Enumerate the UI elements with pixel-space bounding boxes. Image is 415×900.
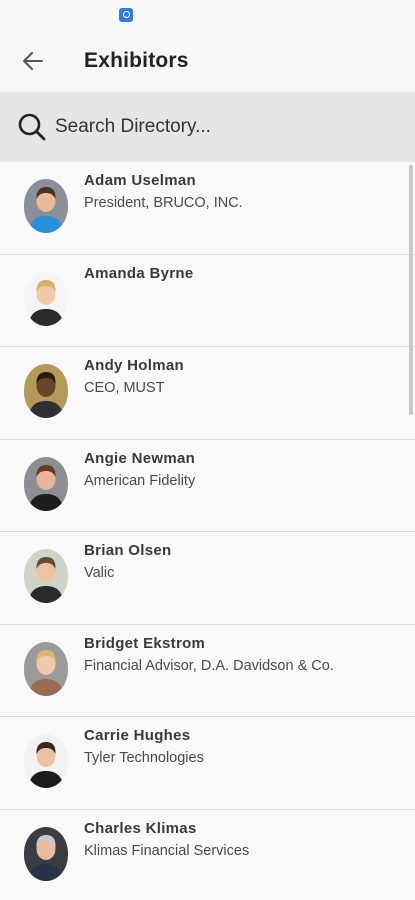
avatar — [24, 179, 68, 233]
exhibitor-subtitle: President, BRUCO, INC. — [84, 195, 243, 211]
avatar — [24, 549, 68, 603]
list-item[interactable]: Carrie Hughes Tyler Technologies — [0, 717, 415, 810]
avatar — [24, 734, 68, 788]
list-item[interactable]: Adam Uselman President, BRUCO, INC. — [0, 162, 415, 255]
back-button[interactable] — [14, 43, 52, 79]
list-item[interactable]: Brian Olsen Valic — [0, 532, 415, 625]
page-title: Exhibitors — [84, 49, 189, 72]
list-item[interactable]: Charles Klimas Klimas Financial Services — [0, 810, 415, 900]
avatar — [24, 271, 68, 326]
exhibitor-name: Amanda Byrne — [84, 264, 194, 282]
exhibitor-name: Andy Holman — [84, 357, 184, 374]
avatar — [24, 826, 68, 881]
list-item[interactable]: Andy Holman CEO, MUST — [0, 347, 415, 440]
exhibitor-name: Adam Uselman — [84, 172, 196, 189]
exhibitor-subtitle: Valic — [84, 565, 115, 581]
exhibitor-name: Brian Olsen — [84, 542, 172, 559]
scrollbar[interactable] — [409, 165, 413, 415]
avatar — [24, 456, 68, 511]
exhibitor-list: Adam Uselman President, BRUCO, INC. Amanda… — [0, 162, 415, 900]
exhibitor-name: Carrie Hughes — [84, 727, 191, 744]
exhibitor-subtitle: Klimas Financial Services — [84, 842, 250, 859]
exhibitor-name: Angie Newman — [84, 449, 196, 467]
exhibitor-subtitle: Tyler Technologies — [84, 750, 204, 766]
search-icon — [18, 113, 46, 141]
exhibitor-subtitle: CEO, MUST — [84, 380, 165, 396]
status-bar — [0, 0, 415, 30]
exhibitor-name: Charles Klimas — [84, 819, 197, 837]
list-item[interactable]: Bridget Ekstrom Financial Advisor, D.A. D… — [0, 625, 415, 717]
list-item[interactable]: Angie Newman American Fidelity — [0, 440, 415, 532]
list-item[interactable]: Amanda Byrne — [0, 255, 415, 347]
app-bar: Exhibitors — [0, 30, 415, 92]
arrow-left-icon — [23, 52, 43, 70]
exhibitor-subtitle: American Fidelity — [84, 472, 196, 489]
exhibitor-name: Bridget Ekstrom — [84, 634, 206, 652]
search-input[interactable] — [55, 110, 395, 144]
avatar — [24, 364, 68, 418]
search-bar — [0, 92, 415, 162]
exhibitor-subtitle: Financial Advisor, D.A. Davidson & Co. — [84, 657, 334, 674]
avatar — [24, 641, 68, 696]
app-notification-icon — [119, 8, 133, 22]
